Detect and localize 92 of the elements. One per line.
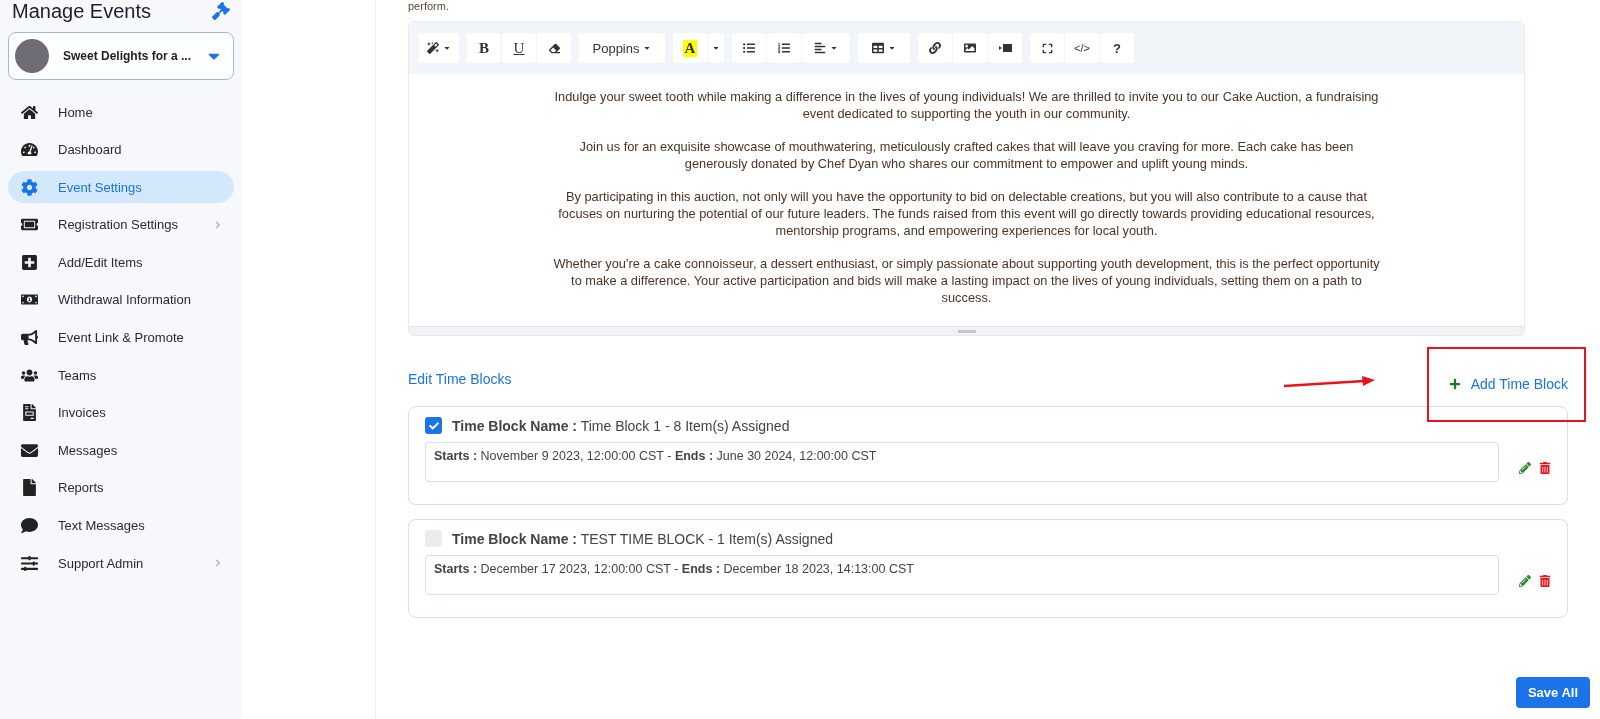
- event-selector[interactable]: Sweet Delights for a ...: [8, 32, 234, 80]
- pencil-icon[interactable]: [1519, 575, 1531, 587]
- sidebar-title: Manage Events: [12, 0, 151, 23]
- plus-icon: [1448, 378, 1461, 390]
- align-left-icon: [814, 42, 826, 54]
- event-thumbnail: [15, 39, 49, 73]
- caret-icon: [830, 44, 838, 52]
- eraser-button[interactable]: [537, 33, 571, 63]
- align-dropdown[interactable]: [802, 33, 850, 63]
- sidebar-label: Teams: [58, 367, 98, 383]
- pencil-icon[interactable]: [1519, 462, 1531, 474]
- color-dropdown[interactable]: [708, 33, 724, 63]
- home-icon: [21, 103, 38, 121]
- speech-bubble-icon: [21, 517, 38, 535]
- time-block-name: Time Block Name : Time Block 1 - 8 Item(s) Assigned: [452, 417, 790, 434]
- sidebar-item[interactable]: Event Settings: [8, 171, 234, 204]
- settings-icon: [21, 178, 38, 196]
- sidebar-label: Invoices: [58, 405, 107, 421]
- sidebar-label: Messages: [58, 442, 119, 458]
- date-range-field: Starts : December 17 2023, 12:00:00 CST - Ends : December 18 2023, 14:13:00 CST: [425, 555, 1499, 595]
- sidebar-item[interactable]: Teams: [8, 359, 234, 392]
- numbered-list-button[interactable]: [767, 33, 801, 63]
- section-title: Edit Time Blocks: [408, 371, 512, 387]
- date-range-field: Starts : November 9 2023, 12:00:00 CST - Ends : June 30 2024, 12:00:00 CST: [425, 442, 1499, 482]
- image-button[interactable]: [953, 33, 987, 63]
- bold-button[interactable]: B: [467, 33, 501, 63]
- gavel-icon: [212, 2, 230, 20]
- table-dropdown[interactable]: [858, 33, 910, 63]
- intro-text: perform.: [408, 0, 449, 13]
- sidebar-label: Text Messages: [58, 518, 146, 534]
- sidebar-label: Event Link & Promote: [58, 330, 185, 346]
- envelope-icon: [21, 441, 38, 459]
- expand-icon: [1041, 42, 1053, 54]
- description-paragraph: Indulge your sweet tooth while making a difference in the lives of young individuals! We are thrilled to invite you to our Cake Auction, a fundraising event dedicated to supporting the youth in our community.: [553, 88, 1380, 122]
- sidebar-item[interactable]: Reports: [8, 471, 234, 504]
- sidebar-item[interactable]: Dashboard: [8, 133, 234, 166]
- sidebar-label: Withdrawal Information: [58, 292, 192, 308]
- sidebar-label: Registration Settings: [58, 217, 179, 233]
- sidebar-label: Add/Edit Items: [58, 254, 144, 270]
- description-paragraph: Whether you're a cake connoisseur, a dessert enthusiast, or simply passionate about supporting youth development, this is the perfect opportunity to make a difference. Your active participation and bids will make a lasting impact on the lives of young individuals, setting them on a path to success.: [552, 255, 1381, 306]
- trash-icon[interactable]: [1539, 575, 1551, 587]
- resize-handle[interactable]: [957, 329, 976, 333]
- sidebar-item[interactable]: Support Admin: [8, 547, 234, 580]
- sidebar-item[interactable]: Home: [8, 96, 234, 128]
- save-all-button[interactable]: Save All: [1515, 677, 1590, 708]
- numbered-list-icon: [778, 42, 790, 54]
- check-icon: [428, 420, 439, 431]
- sidebar-item[interactable]: Event Link & Promote: [8, 321, 234, 354]
- file-icon: [21, 479, 38, 497]
- code-view-button[interactable]: </>: [1065, 33, 1099, 63]
- event-name: Sweet Delights for a ...: [63, 49, 192, 63]
- image-icon: [964, 42, 976, 54]
- time-block-name: Time Block Name : TEST TIME BLOCK - 1 Item(s) Assigned: [452, 530, 833, 547]
- eraser-icon: [548, 42, 560, 54]
- bullet-list-button[interactable]: [732, 33, 766, 63]
- add-time-block-button[interactable]: Add Time Block: [1426, 346, 1586, 422]
- megaphone-icon: [21, 329, 38, 347]
- document-icon: [21, 404, 38, 422]
- sidebar-label: Dashboard: [58, 142, 123, 158]
- sliders-icon: [21, 554, 38, 572]
- sidebar-label: Support Admin: [58, 555, 145, 571]
- caret-icon: [443, 44, 451, 52]
- text-color-button[interactable]: A: [673, 33, 707, 63]
- link-icon: [929, 42, 941, 54]
- help-button[interactable]: ?: [1100, 33, 1134, 63]
- text-editor[interactable]: [408, 21, 1525, 336]
- font-dropdown[interactable]: Poppins: [579, 33, 665, 63]
- sidebar-label: Home: [58, 104, 94, 120]
- caret-icon: [888, 44, 896, 52]
- sidebar-item[interactable]: Registration Settings: [8, 208, 234, 241]
- sidebar-item[interactable]: Withdrawal Information: [8, 283, 234, 316]
- caret-icon: [712, 44, 720, 52]
- underline-button[interactable]: U: [502, 33, 536, 63]
- sidebar-label: Reports: [58, 480, 105, 496]
- bullet-list-icon: [743, 42, 755, 54]
- magic-wand-icon: [427, 42, 439, 54]
- trash-icon[interactable]: [1539, 462, 1551, 474]
- description-paragraph: By participating in this auction, not only will you have the opportunity to bid on delectable creations, but you will also contribute to a cause that focuses on nurturing the potential of our future leaders. The funds raised from this event will go directly towards providing educational resources, mentorship programs, and empowering experiences for local youth.: [557, 188, 1376, 239]
- video-icon: [998, 43, 1012, 53]
- sidebar-label: Event Settings: [58, 179, 143, 195]
- sidebar-item[interactable]: Text Messages: [8, 509, 234, 542]
- style-button[interactable]: [419, 33, 459, 63]
- table-icon: [872, 42, 884, 54]
- sidebar-item[interactable]: Add/Edit Items: [8, 246, 234, 279]
- description-paragraph: Join us for an exquisite showcase of mouthwatering, meticulously crafted cakes that will leave you craving for more. Each cake has been generously donated by Chef Dyan who shares our commitment to empower and uplift young minds.: [578, 138, 1355, 172]
- gauge-icon: [21, 141, 38, 159]
- sidebar-item[interactable]: Invoices: [8, 396, 234, 429]
- caret-icon: [643, 44, 652, 52]
- link-button[interactable]: [918, 33, 952, 63]
- video-button[interactable]: [988, 33, 1022, 63]
- sidebar-item[interactable]: Messages: [8, 434, 234, 467]
- checkbox[interactable]: [425, 417, 442, 434]
